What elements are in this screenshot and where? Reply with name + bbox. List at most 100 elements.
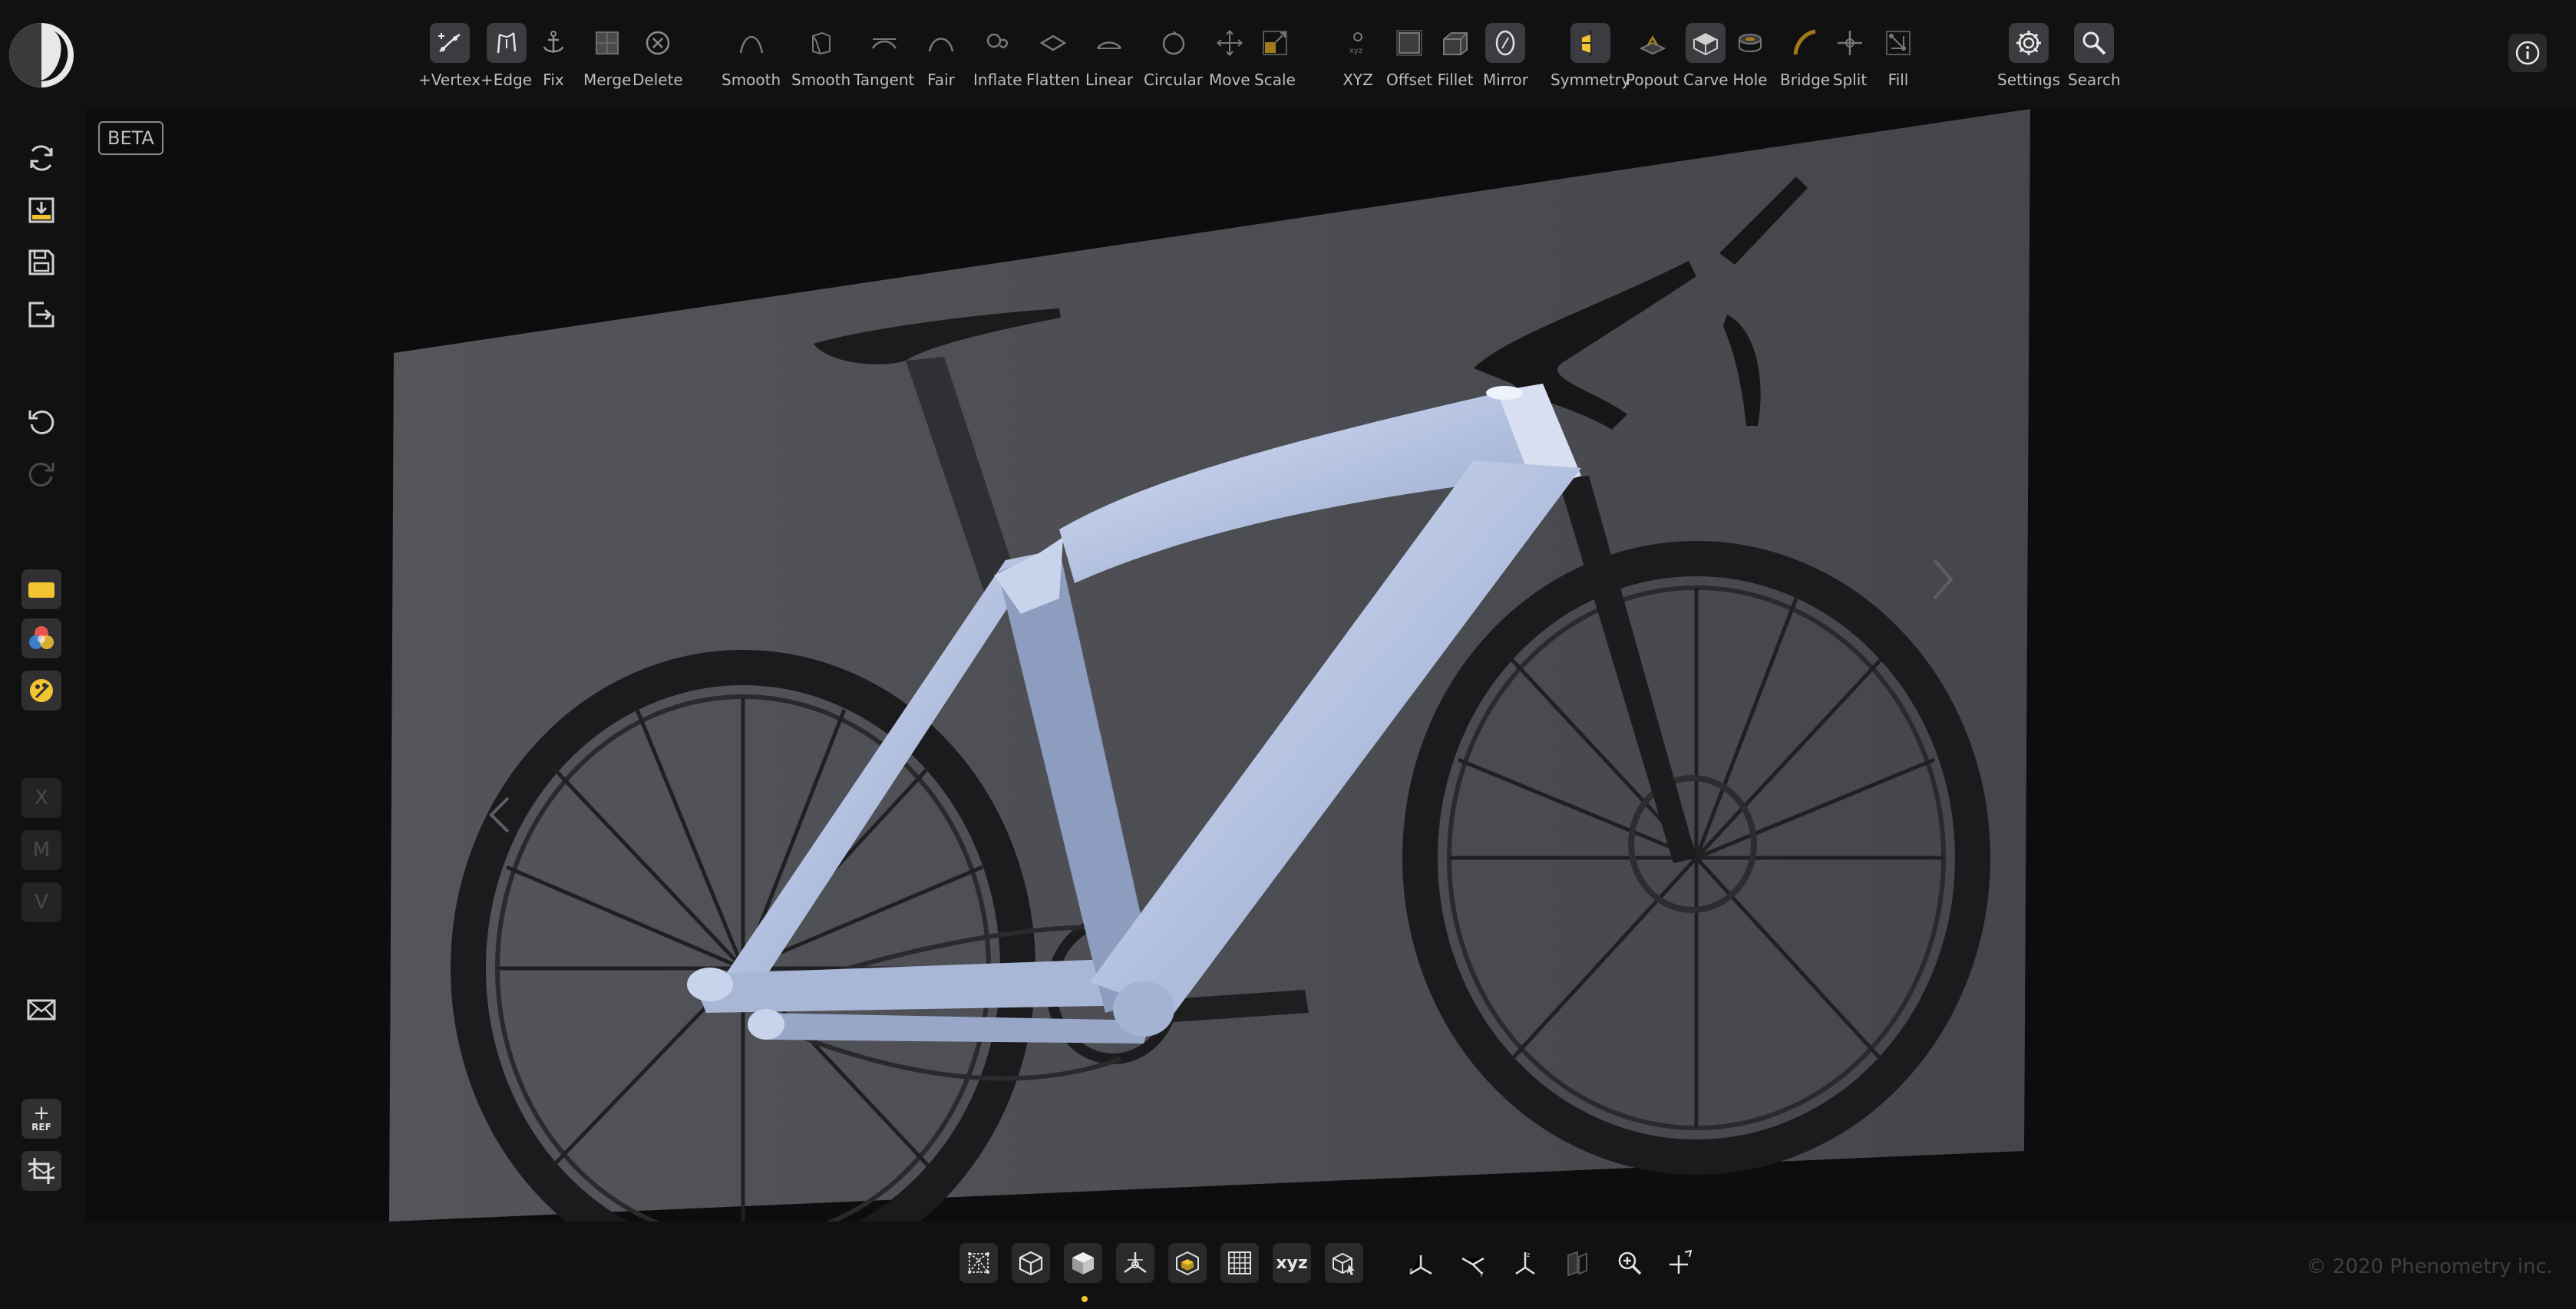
tool-smooth-surface[interactable]: Smooth <box>791 23 850 89</box>
plus-icon: + <box>33 1102 50 1125</box>
material-button[interactable] <box>21 569 61 609</box>
view-wireframe-button[interactable] <box>959 1243 998 1283</box>
view-xyz-button[interactable]: xyz <box>1273 1243 1311 1283</box>
pan-cursor-button[interactable] <box>1663 1243 1701 1283</box>
split-icon <box>1838 31 1862 55</box>
tool-offset[interactable]: Offset <box>1386 23 1432 89</box>
view-cube-cursor-button[interactable] <box>1325 1243 1363 1283</box>
tool-label: Carve <box>1683 71 1729 89</box>
tool-linear[interactable]: Linear <box>1085 23 1133 89</box>
import-button[interactable] <box>21 190 61 230</box>
axis-z-icon: z <box>1515 1251 1535 1275</box>
tool-fill[interactable]: Fill <box>1878 23 1918 89</box>
tool-label: Bridge <box>1780 71 1831 89</box>
left-toolbar: X M V + REF <box>0 107 84 1212</box>
mirror-icon <box>1496 30 1515 56</box>
appearance-button[interactable] <box>21 671 61 711</box>
color-button[interactable] <box>21 618 61 658</box>
mail-icon <box>27 999 56 1020</box>
tool-merge[interactable]: Merge <box>583 23 631 89</box>
tool-fillet[interactable]: Fillet <box>1435 23 1475 89</box>
tool-label: Search <box>2068 71 2121 89</box>
view-z-axis-button[interactable]: z <box>1506 1243 1544 1283</box>
view-outline-cube-button[interactable] <box>1012 1243 1050 1283</box>
svg-text:xyz: xyz <box>1349 47 1362 55</box>
scene <box>389 109 2030 1222</box>
sync-button[interactable] <box>21 138 61 178</box>
settings-button[interactable]: Settings <box>1997 23 2060 89</box>
view-section-button[interactable] <box>1558 1243 1597 1283</box>
letter-v-button[interactable]: V <box>21 882 61 922</box>
tool-move[interactable]: Move <box>1209 23 1250 89</box>
tool-label: XYZ <box>1342 71 1373 89</box>
feedback-button[interactable] <box>21 990 61 1030</box>
tool-carve[interactable]: Carve <box>1683 23 1729 89</box>
tool-scale[interactable]: Scale <box>1254 23 1296 89</box>
export-button[interactable] <box>21 295 61 335</box>
save-button[interactable] <box>21 242 61 282</box>
add-reference-button[interactable]: + REF <box>21 1099 61 1139</box>
smooth-curve-icon <box>739 36 763 54</box>
solid-cube-icon <box>1072 1252 1094 1274</box>
search-icon <box>2082 31 2106 55</box>
view-yellow-cube-button[interactable] <box>1168 1243 1207 1283</box>
xyz-icon: xyz <box>1349 32 1362 55</box>
tool-add-vertex[interactable]: +Vertex <box>418 23 481 89</box>
tool-label: Circular <box>1144 71 1204 89</box>
delete-icon <box>646 31 670 55</box>
tool-flatten[interactable]: Flatten <box>1026 23 1080 89</box>
zoom-button[interactable] <box>1610 1243 1649 1283</box>
view-y-axis-button[interactable]: y <box>1454 1243 1492 1283</box>
smooth-surface-icon <box>811 31 831 55</box>
tool-fix[interactable]: Fix <box>533 23 573 89</box>
tool-label: Fix <box>543 71 564 89</box>
fillet-icon <box>1443 32 1468 55</box>
tool-label: Inflate <box>973 71 1022 89</box>
sync-icon <box>30 145 53 171</box>
letter-x-button[interactable]: X <box>21 778 61 818</box>
tool-inflate[interactable]: Inflate <box>973 23 1022 89</box>
letter-m-button[interactable]: M <box>21 830 61 870</box>
info-button[interactable] <box>2508 34 2547 72</box>
view-x-axis-button[interactable]: x <box>1402 1243 1440 1283</box>
view-grid-button[interactable] <box>1220 1243 1259 1283</box>
xyz-label: xyz <box>1276 1253 1308 1273</box>
undo-button[interactable] <box>21 402 61 442</box>
import-icon <box>28 197 54 223</box>
color-wheel-icon <box>29 626 54 649</box>
flatten-icon <box>1039 35 1067 51</box>
section-plane-icon <box>1567 1251 1587 1277</box>
wireframe-cube-icon <box>968 1252 989 1274</box>
tool-label: Move <box>1209 71 1250 89</box>
tool-fair[interactable]: Fair <box>921 23 961 89</box>
tool-xyz[interactable]: xyz XYZ <box>1338 23 1378 89</box>
tool-smooth-curve[interactable]: Smooth <box>722 23 781 89</box>
axis-y-icon: y <box>1461 1257 1485 1277</box>
letter-m-label: M <box>32 839 51 862</box>
3d-viewport[interactable] <box>86 109 2576 1222</box>
tool-split[interactable]: Split <box>1830 23 1870 89</box>
search-button[interactable]: Search <box>2068 23 2121 89</box>
hole-icon <box>1739 34 1762 52</box>
linear-icon <box>1097 41 1122 49</box>
svg-text:x: x <box>1409 1267 1413 1274</box>
tool-tangent[interactable]: Tangent <box>854 23 914 89</box>
reference-image-plane[interactable] <box>389 109 2030 1222</box>
circular-icon <box>1162 31 1184 55</box>
info-icon <box>2515 41 2540 65</box>
tool-add-edge[interactable]: +Edge <box>481 23 532 89</box>
crop-button[interactable] <box>21 1151 61 1191</box>
redo-button[interactable] <box>21 454 61 494</box>
tool-hole[interactable]: Hole <box>1730 23 1770 89</box>
view-axes-button[interactable] <box>1116 1243 1154 1283</box>
tool-bridge[interactable]: Bridge <box>1780 23 1830 89</box>
tool-symmetry[interactable]: Symmetry <box>1551 23 1630 89</box>
tool-delete[interactable]: Delete <box>632 23 683 89</box>
tool-mirror[interactable]: Mirror <box>1483 23 1528 89</box>
tool-label: Merge <box>583 71 632 89</box>
view-solid-cube-button[interactable] <box>1064 1243 1102 1283</box>
tool-circular[interactable]: Circular <box>1144 23 1203 89</box>
anchor-icon <box>543 31 564 53</box>
tool-popout[interactable]: Popout <box>1626 23 1679 89</box>
tool-label: Fillet <box>1437 71 1474 89</box>
